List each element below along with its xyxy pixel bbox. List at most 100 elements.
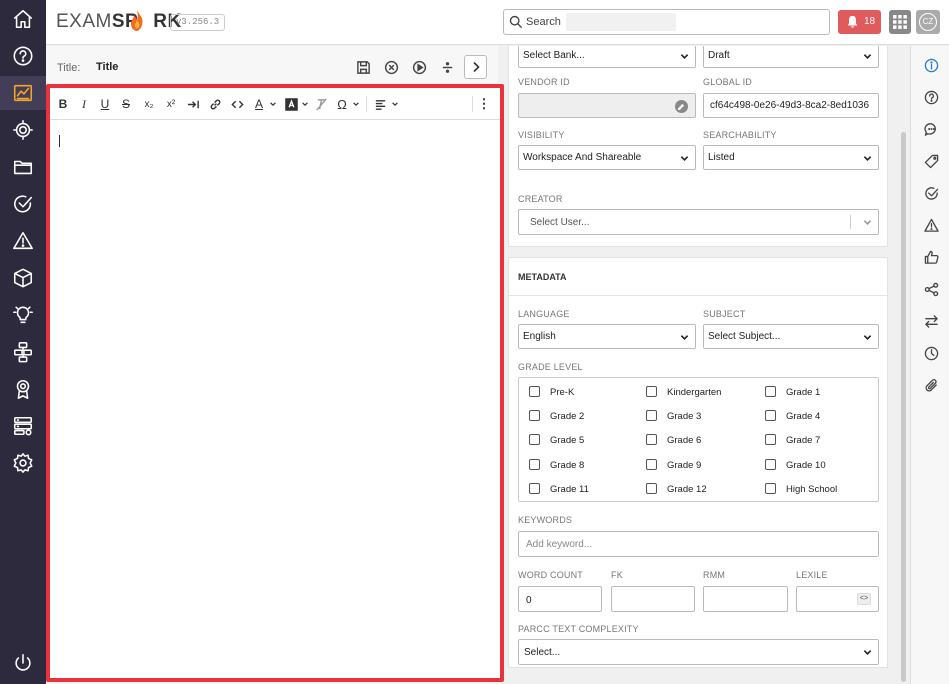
font-color-button[interactable]: A <box>252 95 266 113</box>
creator-select[interactable]: Select User... <box>518 209 879 235</box>
tag-icon[interactable] <box>921 151 941 171</box>
grade-checkbox[interactable]: Grade 10 <box>765 459 865 473</box>
align-icon[interactable] <box>372 95 388 113</box>
grade-checkbox[interactable]: Grade 9 <box>646 459 746 473</box>
swap-icon[interactable] <box>921 311 941 331</box>
highlight-dropdown-icon[interactable] <box>300 95 310 113</box>
language-select[interactable]: English <box>518 324 696 349</box>
global-id-field[interactable]: cf64c498-0e26-49d3-8ca2-8ed1036 <box>703 93 879 118</box>
checkbox-box[interactable] <box>529 434 540 445</box>
close-circle-icon[interactable] <box>381 57 401 77</box>
title-value[interactable]: Title <box>96 61 118 73</box>
user-avatar[interactable]: CZ <box>916 10 940 34</box>
grade-checkbox[interactable]: Grade 11 <box>529 483 629 497</box>
grade-checkbox[interactable]: Grade 4 <box>765 410 865 424</box>
grade-checkbox[interactable]: High School <box>765 483 865 497</box>
special-char-button[interactable]: Ω <box>335 95 349 113</box>
fk-field[interactable] <box>611 586 695 612</box>
word-count-field[interactable]: 0 <box>518 586 602 612</box>
checkbox-box[interactable] <box>529 410 540 421</box>
play-circle-icon[interactable] <box>409 57 429 77</box>
server-settings-icon[interactable] <box>6 409 40 443</box>
cube-icon[interactable] <box>6 261 40 295</box>
checkbox-box[interactable] <box>765 483 776 494</box>
grade-checkbox[interactable]: Grade 7 <box>765 434 865 448</box>
subscript-button[interactable]: x₂ <box>140 95 158 113</box>
power-icon[interactable] <box>6 646 40 680</box>
grade-checkbox[interactable]: Grade 8 <box>529 459 629 473</box>
rmm-field[interactable] <box>703 586 788 612</box>
checkbox-box[interactable] <box>646 386 657 397</box>
app-logo[interactable]: EXAMSP RK <box>56 10 182 33</box>
properties-scrollbar[interactable] <box>899 46 908 684</box>
rich-text-editor[interactable]: B I U S x₂ x² A Ω ⋮ <box>46 84 504 682</box>
search-input[interactable]: Search <box>503 9 830 35</box>
more-options-button[interactable]: ⋮ <box>478 95 491 113</box>
font-color-dropdown-icon[interactable] <box>268 95 278 113</box>
divide-icon[interactable] <box>437 57 457 77</box>
sitemap-icon[interactable] <box>6 335 40 369</box>
apps-grid-button[interactable] <box>889 10 911 34</box>
underline-button[interactable]: U <box>98 95 112 113</box>
visibility-select[interactable]: Workspace And Shareable <box>518 145 696 170</box>
highlight-color-icon[interactable] <box>284 95 298 113</box>
help-icon[interactable] <box>6 39 40 73</box>
checkbox-box[interactable] <box>765 434 776 445</box>
question-icon[interactable] <box>921 87 941 107</box>
clear-format-icon[interactable] <box>313 95 329 113</box>
grade-checkbox[interactable]: Grade 3 <box>646 410 746 424</box>
checkbox-box[interactable] <box>646 410 657 421</box>
searchability-select[interactable]: Listed <box>703 145 879 170</box>
thumbs-up-icon[interactable] <box>921 247 941 267</box>
scrollbar-thumb[interactable] <box>901 132 906 682</box>
target-icon[interactable] <box>6 113 40 147</box>
grade-checkbox[interactable]: Grade 12 <box>646 483 746 497</box>
indent-icon[interactable] <box>184 95 202 113</box>
grade-checkbox[interactable]: Grade 1 <box>765 386 865 400</box>
notifications-button[interactable]: 18 <box>838 10 881 34</box>
lexile-code-button[interactable]: <> <box>857 593 871 605</box>
checkbox-box[interactable] <box>529 483 540 494</box>
chart-icon[interactable] <box>0 76 46 110</box>
share-icon[interactable] <box>921 279 941 299</box>
gear-icon[interactable] <box>6 446 40 480</box>
paperclip-icon[interactable] <box>921 375 941 395</box>
info-icon[interactable] <box>921 55 941 75</box>
checkbox-box[interactable] <box>765 386 776 397</box>
award-icon[interactable] <box>6 372 40 406</box>
checkbox-box[interactable] <box>529 459 540 470</box>
grade-checkbox[interactable]: Kindergarten <box>646 386 746 400</box>
warning-icon[interactable] <box>921 215 941 235</box>
warning-icon[interactable] <box>6 224 40 258</box>
checkbox-box[interactable] <box>765 459 776 470</box>
bold-button[interactable]: B <box>56 95 70 113</box>
strikethrough-button[interactable]: S <box>119 95 133 113</box>
parcc-select[interactable]: Select... <box>518 639 879 665</box>
superscript-button[interactable]: x² <box>162 95 180 113</box>
expand-panel-button[interactable] <box>464 55 487 79</box>
check-circle-icon[interactable] <box>921 183 941 203</box>
grade-checkbox[interactable]: Pre-K <box>529 386 629 400</box>
special-char-dropdown-icon[interactable] <box>351 95 361 113</box>
checkbox-box[interactable] <box>765 410 776 421</box>
check-circle-icon[interactable] <box>6 187 40 221</box>
checkbox-box[interactable] <box>529 386 540 397</box>
bank-select[interactable]: Select Bank... <box>518 46 696 68</box>
pencil-icon[interactable] <box>675 100 688 113</box>
link-icon[interactable] <box>206 95 224 113</box>
grade-checkbox[interactable]: Grade 5 <box>529 434 629 448</box>
clock-icon[interactable] <box>921 343 941 363</box>
italic-button[interactable]: I <box>77 95 91 113</box>
checkbox-box[interactable] <box>646 434 657 445</box>
save-icon[interactable] <box>353 57 373 77</box>
lightbulb-icon[interactable] <box>6 298 40 332</box>
home-icon[interactable] <box>6 2 40 36</box>
lexile-field[interactable]: <> <box>796 586 879 612</box>
checkbox-box[interactable] <box>646 483 657 494</box>
checkbox-box[interactable] <box>646 459 657 470</box>
keywords-input[interactable]: Add keyword... <box>518 531 879 557</box>
grade-checkbox[interactable]: Grade 6 <box>646 434 746 448</box>
subject-select[interactable]: Select Subject... <box>703 324 879 349</box>
folder-icon[interactable] <box>6 150 40 184</box>
status-select[interactable]: Draft <box>703 46 879 68</box>
